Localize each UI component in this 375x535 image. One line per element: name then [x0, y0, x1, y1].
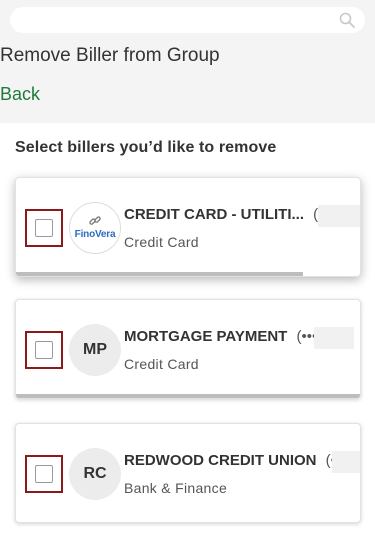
biller-name-text: MORTGAGE PAYMENT: [124, 328, 288, 345]
checkbox-highlight: [25, 455, 63, 493]
logo-text: FinoVera: [74, 229, 116, 240]
scrollbar[interactable]: [16, 272, 303, 276]
biller-card[interactable]: FinoVera CREDIT CARD - UTILITI... (•• Cr…: [15, 177, 361, 277]
checkbox-highlight: [25, 209, 63, 247]
biller-name: REDWOOD CREDIT UNION (••: [124, 452, 341, 469]
avatar: MP: [69, 324, 121, 376]
card-divider: [16, 394, 360, 398]
avatar: RC: [69, 448, 121, 500]
checkbox-highlight: [25, 331, 63, 369]
avatar: FinoVera: [69, 202, 121, 254]
search-input[interactable]: [10, 7, 365, 33]
search-icon[interactable]: [339, 12, 355, 28]
biller-card[interactable]: RC REDWOOD CREDIT UNION (•• Bank & Finan…: [15, 423, 361, 523]
biller-name-text: REDWOOD CREDIT UNION: [124, 452, 317, 469]
link-icon: [89, 216, 101, 225]
page-title: Remove Biller from Group: [0, 45, 220, 66]
account-mask: [314, 327, 354, 349]
biller-name-text: CREDIT CARD - UTILITI...: [124, 206, 304, 223]
biller-card[interactable]: MP MORTGAGE PAYMENT (••• Credit Card: [15, 299, 361, 399]
biller-checkbox[interactable]: [35, 341, 53, 359]
back-link[interactable]: Back: [0, 84, 40, 105]
biller-checkbox[interactable]: [35, 219, 53, 237]
biller-name: CREDIT CARD - UTILITI... (••: [124, 206, 329, 223]
biller-name: MORTGAGE PAYMENT (•••: [124, 328, 317, 345]
instruction-text: Select billers you’d like to remove: [15, 139, 277, 156]
header-area: Remove Biller from Group Back: [0, 0, 375, 123]
account-mask: [332, 451, 360, 473]
biller-category: Credit Card: [124, 356, 199, 372]
biller-category: Credit Card: [124, 234, 199, 250]
biller-checkbox[interactable]: [35, 465, 53, 483]
biller-category: Bank & Finance: [124, 480, 228, 496]
account-mask: [318, 205, 360, 227]
